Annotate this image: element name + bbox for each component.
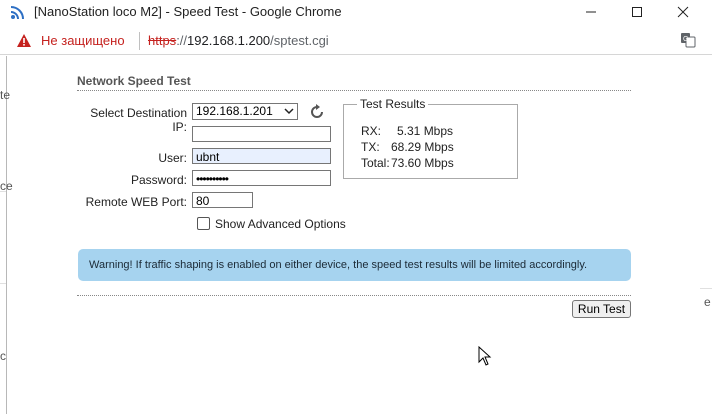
dest-ip-select[interactable]: 192.168.1.201 [192, 103, 298, 120]
url-text[interactable]: https://192.168.1.200/sptest.cgi [148, 33, 329, 48]
minimize-icon [586, 11, 596, 13]
tx-value: 68.29 Mbps [391, 140, 454, 154]
rx-label: RX: [361, 124, 382, 138]
address-bar[interactable]: Не защищено https://192.168.1.200/sptest… [0, 28, 712, 55]
window-left-edge [6, 56, 7, 414]
tx-label: TX: [361, 140, 380, 154]
port-label: Remote WEB Port: [85, 195, 187, 209]
background-line [0, 283, 6, 284]
window-title-bar: [NanoStation loco M2] - Speed Test - Goo… [0, 0, 712, 24]
background-fragment: e [704, 295, 711, 309]
bottom-divider [77, 295, 631, 296]
traffic-shaping-warning: Warning! If traffic shaping is enabled o… [78, 249, 631, 281]
custom-ip-field[interactable] [192, 126, 331, 142]
url-scheme: https [148, 33, 177, 48]
run-test-button[interactable]: Run Test [572, 300, 631, 318]
not-secure-label[interactable]: Не защищено [41, 33, 125, 48]
warning-triangle-icon [17, 34, 31, 47]
password-field[interactable]: •••••••••• [192, 170, 331, 186]
window-title: [NanoStation loco M2] - Speed Test - Goo… [34, 4, 342, 19]
url-host: 192.168.1.200 [187, 33, 271, 48]
close-icon [677, 6, 689, 18]
chevron-down-icon [284, 108, 294, 115]
test-results-legend: Test Results [357, 97, 429, 111]
user-label: User: [158, 151, 187, 165]
maximize-button[interactable] [614, 0, 660, 24]
dest-ip-label: Select Destination IP: [90, 106, 187, 134]
mouse-cursor-icon [478, 346, 492, 366]
url-separator: :// [176, 33, 188, 48]
advanced-options-label[interactable]: Show Advanced Options [215, 217, 346, 231]
background-fragment: c [0, 349, 6, 363]
rx-value: 5.31 Mbps [397, 124, 454, 138]
section-title: Network Speed Test [77, 74, 191, 88]
section-divider [77, 90, 631, 91]
refresh-icon[interactable] [309, 104, 325, 120]
minimize-button[interactable] [568, 0, 614, 24]
background-fragment: te [0, 88, 11, 102]
maximize-icon [632, 7, 642, 17]
port-field[interactable]: 80 [192, 192, 253, 208]
address-separator [139, 32, 140, 50]
background-line [700, 288, 712, 289]
total-value: 73.60 Mbps [391, 156, 454, 170]
background-line [0, 191, 6, 192]
advanced-options-checkbox[interactable] [197, 217, 210, 230]
translate-icon[interactable]: G [680, 32, 696, 48]
password-label: Password: [130, 173, 187, 187]
url-path: /sptest.cgi [270, 33, 329, 48]
user-field[interactable]: ubnt [192, 148, 331, 164]
svg-text:G: G [683, 36, 688, 43]
total-label: Total: [361, 156, 390, 170]
wifi-signal-icon [10, 6, 24, 20]
close-button[interactable] [660, 0, 706, 24]
dest-ip-value: 192.168.1.201 [196, 104, 273, 118]
